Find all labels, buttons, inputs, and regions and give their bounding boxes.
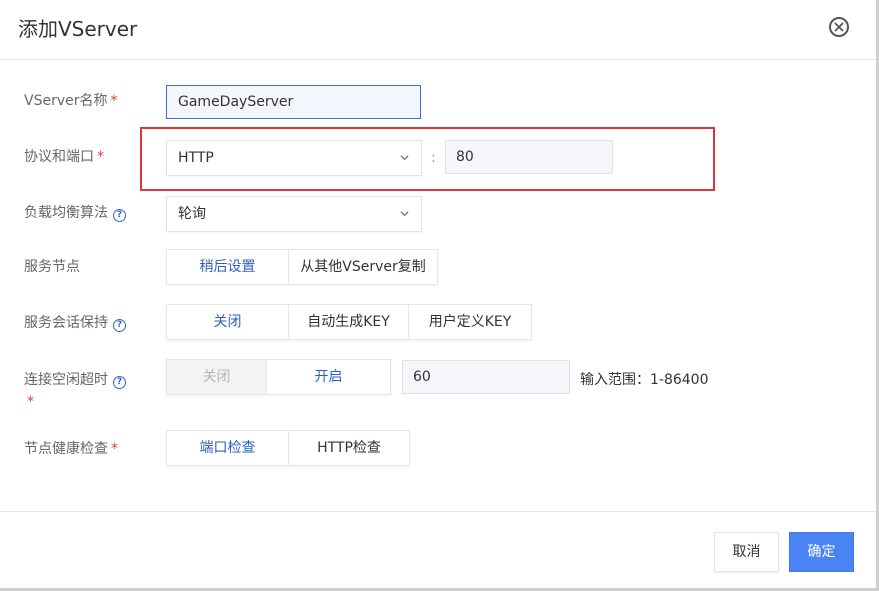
required-mark: * (110, 93, 118, 109)
chevron-down-icon (400, 211, 409, 217)
confirm-button[interactable]: 确定 (789, 532, 854, 572)
name-label: VServer名称 * (24, 93, 118, 109)
footer-divider (0, 511, 879, 512)
required-mark: * (97, 149, 104, 165)
health-check-label: 节点健康检查 * (24, 441, 118, 457)
dialog-title: 添加VServer (18, 17, 138, 41)
option-copy-from-vserver[interactable]: 从其他VServer复制 (289, 250, 437, 284)
option-user-defined-key[interactable]: 用户定义KEY (409, 305, 531, 339)
vserver-name-input[interactable]: GameDayServer (166, 85, 421, 119)
option-http-check[interactable]: HTTP检查 (289, 431, 409, 465)
add-vserver-dialog: 添加VServer VServer名称 * GameDayServer 协议和端口… (0, 0, 879, 591)
option-set-later[interactable]: 稍后设置 (167, 250, 289, 284)
option-auto-generate-key[interactable]: 自动生成KEY (289, 305, 409, 339)
help-icon[interactable]: ? (113, 376, 126, 389)
help-icon[interactable]: ? (113, 209, 126, 222)
session-persistence-toggle: 关闭 自动生成KEY 用户定义KEY (166, 304, 532, 340)
close-icon[interactable] (829, 17, 849, 37)
required-mark: * (27, 394, 34, 410)
dialog-header: 添加VServer (0, 0, 879, 60)
idle-timeout-toggle: 关闭 开启 (166, 359, 391, 395)
lb-algorithm-label: 负载均衡算法? (24, 204, 126, 222)
option-timeout-on[interactable]: 开启 (267, 360, 390, 394)
cancel-button[interactable]: 取消 (714, 532, 779, 572)
lb-algorithm-select[interactable]: 轮询 (166, 196, 422, 232)
option-timeout-off[interactable]: 关闭 (167, 360, 267, 394)
option-session-off[interactable]: 关闭 (167, 305, 289, 339)
backend-nodes-label: 服务节点 (24, 259, 80, 275)
idle-timeout-input[interactable]: 60 (402, 360, 570, 394)
session-persistence-label: 服务会话保持? (24, 314, 126, 332)
protocol-port-label: 协议和端口 * (24, 149, 104, 165)
required-mark: * (111, 441, 118, 457)
help-icon[interactable]: ? (113, 319, 126, 332)
idle-timeout-label: 连接空闲超时? * (24, 369, 154, 413)
lb-algorithm-value: 轮询 (178, 206, 206, 222)
highlight-box (140, 127, 715, 191)
option-port-check[interactable]: 端口检查 (167, 431, 289, 465)
idle-timeout-range-hint: 输入范围：1-86400 (580, 372, 709, 388)
health-check-toggle: 端口检查 HTTP检查 (166, 430, 410, 466)
backend-nodes-toggle: 稍后设置 从其他VServer复制 (166, 249, 438, 285)
